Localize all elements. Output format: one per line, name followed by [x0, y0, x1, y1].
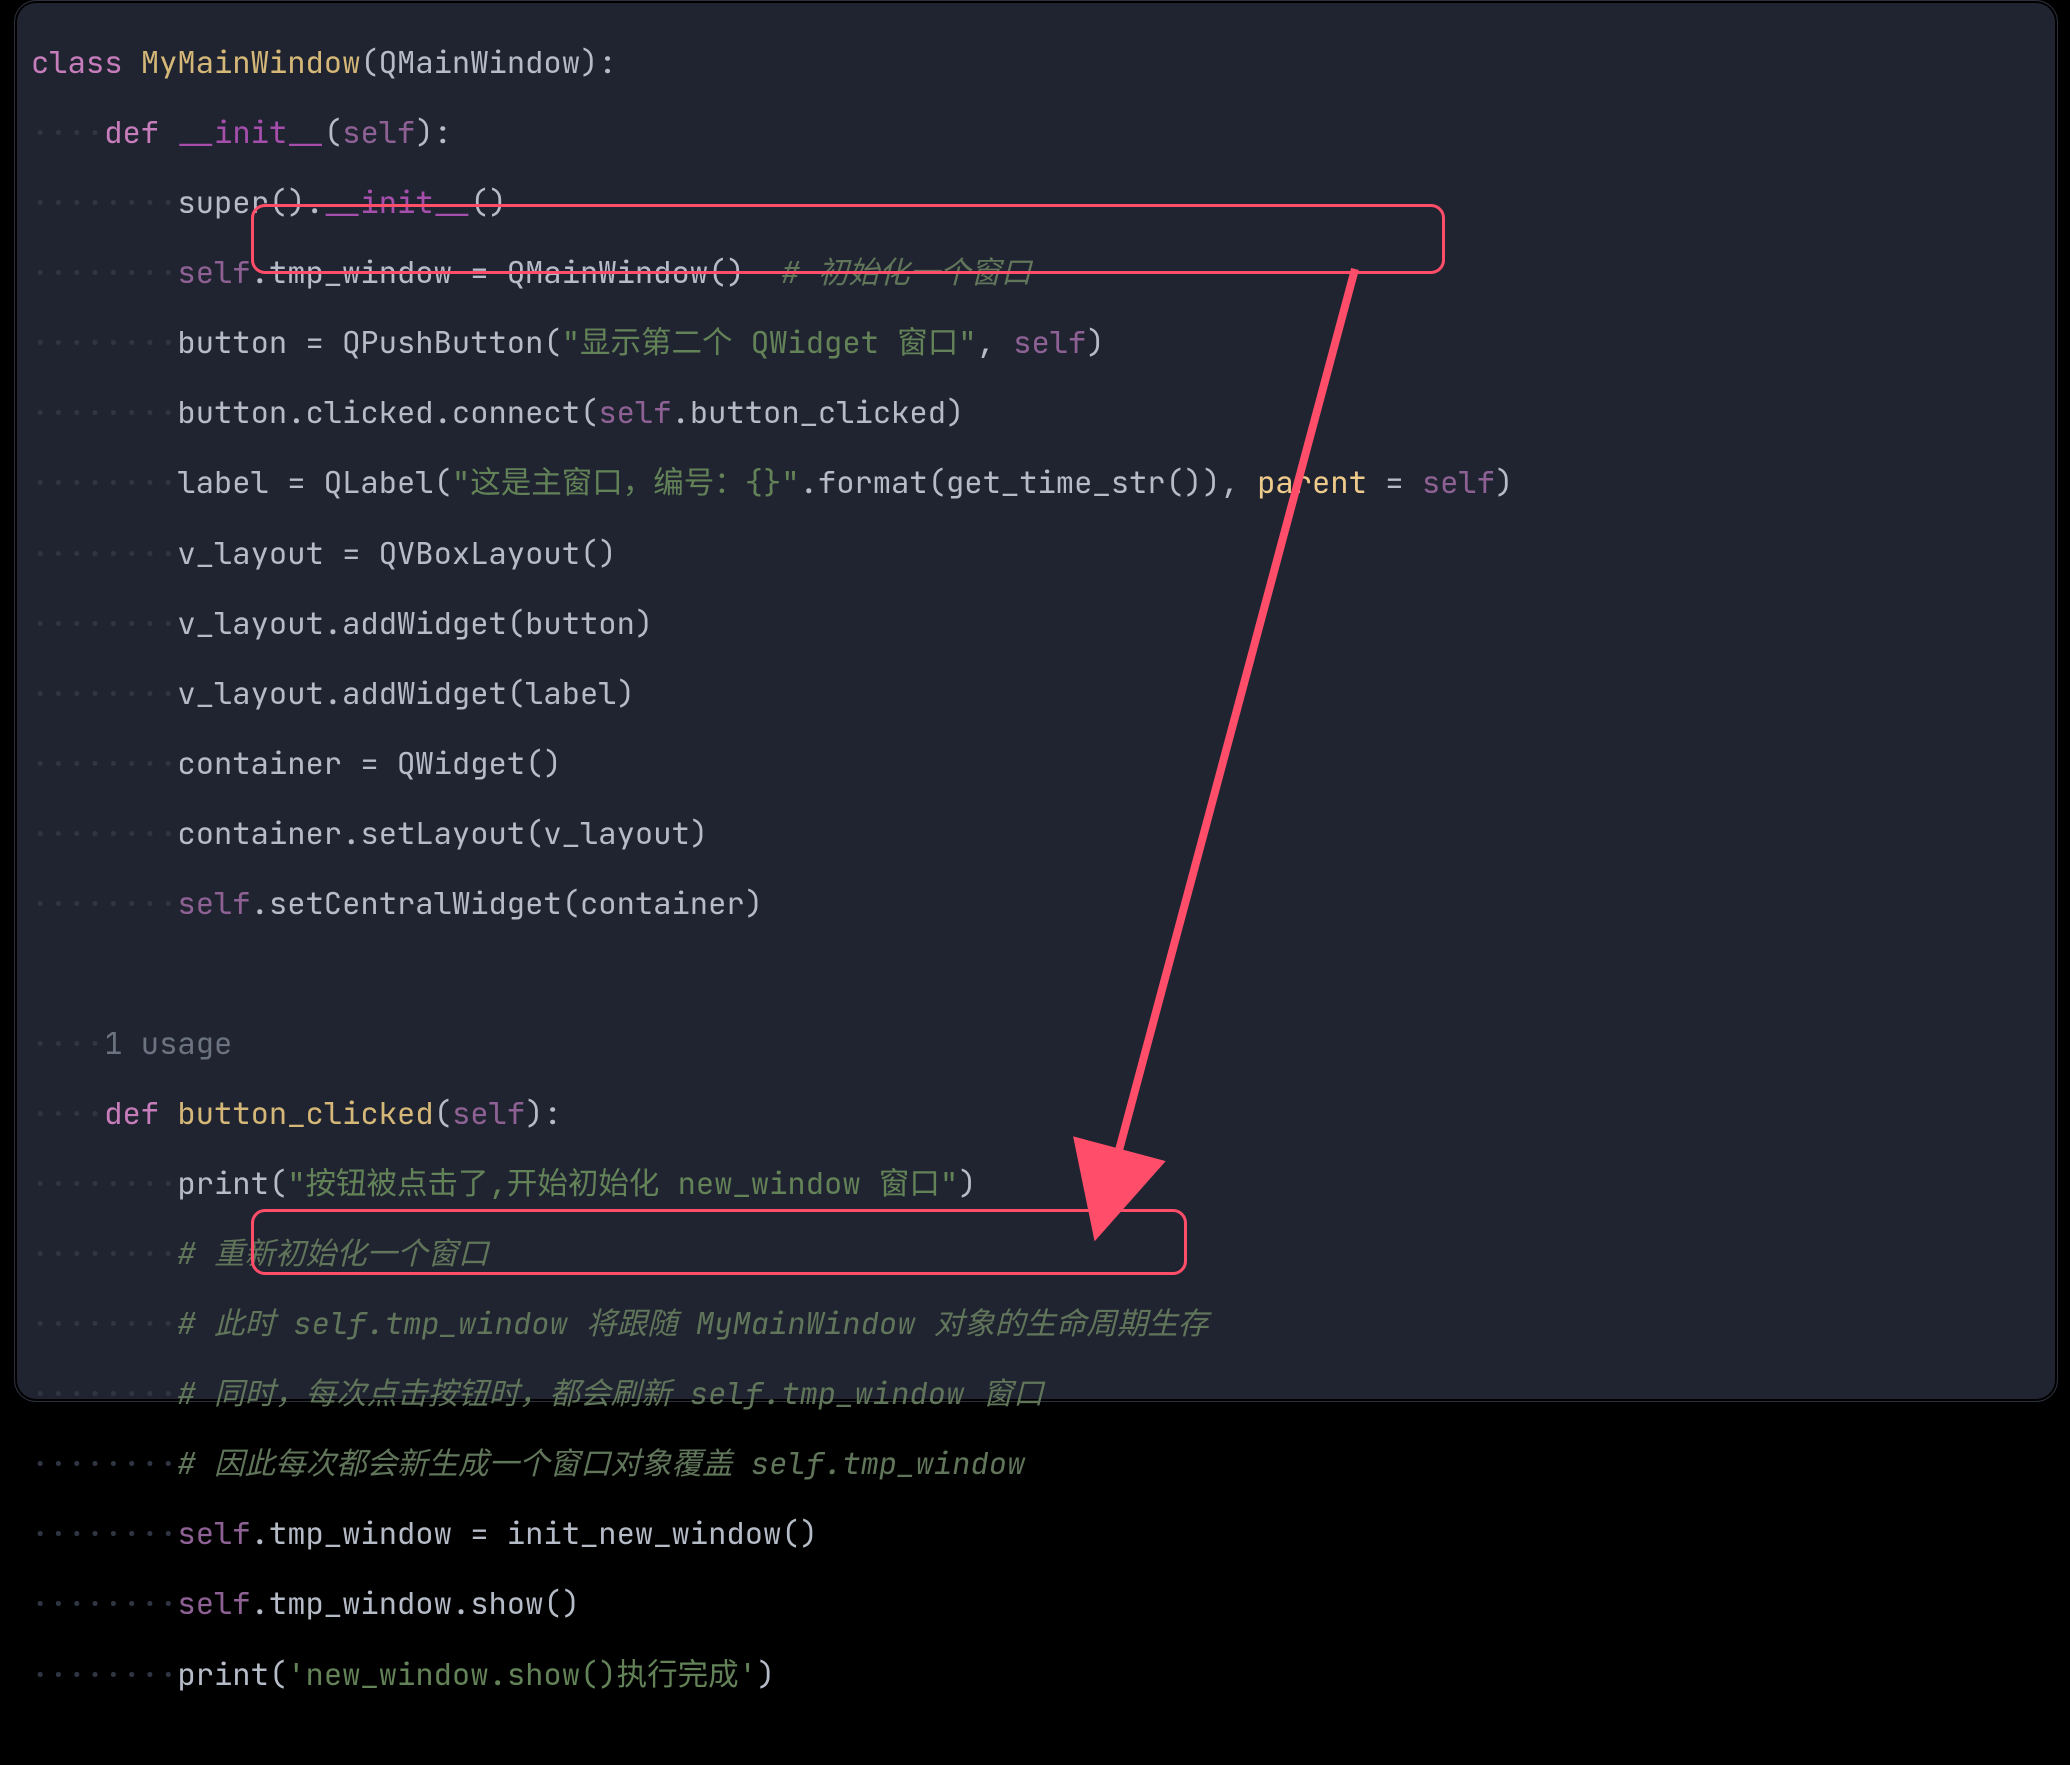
usage-label: 1 usage	[104, 1024, 232, 1064]
addwidget-button: v_layout.addWidget(button)	[177, 604, 653, 644]
method-button-clicked: button_clicked	[177, 1094, 433, 1134]
setcentralwidget-call: .setCentralWidget(container)	[251, 884, 763, 924]
str-print2: 'new_window.show()执行完成'	[287, 1655, 757, 1695]
assign-container: container = QWidget()	[177, 744, 561, 784]
code-line[interactable]: # 因此每次都会新生成一个窗口对象覆盖 self.tmp_window	[31, 1447, 1513, 1482]
code-line[interactable]: super().__init__()	[31, 186, 1513, 221]
kw-class: class	[31, 43, 123, 83]
comment-lifecycle: # 此时 self.tmp_window 将跟随 MyMainWindow 对象…	[177, 1304, 1208, 1344]
comment-cover: # 因此每次都会新生成一个窗口对象覆盖 self.tmp_window	[177, 1444, 1025, 1484]
code-line[interactable]: # 同时，每次点击按钮时，都会刷新 self.tmp_window 窗口	[31, 1377, 1513, 1412]
method-init: __init__	[177, 113, 323, 153]
code-line[interactable]: # 此时 self.tmp_window 将跟随 MyMainWindow 对象…	[31, 1307, 1513, 1342]
assign-tmp-window: .tmp_window =	[251, 253, 507, 293]
str-label: "这是主窗口，编号：{}"	[452, 463, 800, 503]
comment-refresh: # 同时，每次点击按钮时，都会刷新 self.tmp_window 窗口	[177, 1374, 1043, 1414]
super-init: __init__	[324, 183, 470, 223]
token-self: self	[177, 253, 250, 293]
assign-label: label = QLabel(	[177, 463, 452, 503]
code-line[interactable]	[31, 957, 1513, 992]
code-block[interactable]: class MyMainWindow(QMainWindow): def __i…	[31, 11, 1513, 1763]
class-name: MyMainWindow	[141, 43, 361, 83]
code-line[interactable]: class MyMainWindow(QMainWindow):	[31, 46, 1513, 81]
assign-button: button = QPushButton(	[177, 323, 561, 363]
code-line[interactable]: print('new_window.show()执行完成')	[31, 1658, 1513, 1693]
code-line[interactable]: v_layout = QVBoxLayout()	[31, 537, 1513, 572]
code-line[interactable]: label = QLabel("这是主窗口，编号：{}".format(get_…	[31, 466, 1513, 501]
code-line[interactable]: self.tmp_window.show()	[31, 1587, 1513, 1622]
code-line[interactable]: self.tmp_window = QMainWindow() # 初始化一个窗…	[31, 256, 1513, 291]
code-line[interactable]: self.setCentralWidget(container)	[31, 887, 1513, 922]
connect-call: button.clicked.connect(	[177, 393, 598, 433]
setlayout-call: container.setLayout(v_layout)	[177, 814, 708, 854]
assign-tmp-window-2: .tmp_window = init_new_window()	[251, 1514, 818, 1554]
str-print1: "按钮被点击了,开始初始化 new_window 窗口"	[287, 1164, 958, 1204]
kw-def: def	[104, 113, 159, 153]
str-button: "显示第二个 QWidget 窗口"	[562, 323, 977, 363]
assign-vlayout: v_layout = QVBoxLayout()	[177, 534, 616, 574]
kwarg-parent: parent	[1257, 463, 1367, 503]
code-line[interactable]: def __init__(self):	[31, 116, 1513, 151]
code-line[interactable]: v_layout.addWidget(label)	[31, 677, 1513, 712]
code-line[interactable]: button.clicked.connect(self.button_click…	[31, 396, 1513, 431]
self-param: self	[342, 113, 415, 153]
code-line[interactable]: container = QWidget()	[31, 747, 1513, 782]
code-line[interactable]: container.setLayout(v_layout)	[31, 817, 1513, 852]
code-line[interactable]: print("按钮被点击了,开始初始化 new_window 窗口")	[31, 1167, 1513, 1202]
editor-frame: class MyMainWindow(QMainWindow): def __i…	[14, 0, 2058, 1402]
addwidget-label: v_layout.addWidget(label)	[177, 674, 635, 714]
code-line[interactable]: self.tmp_window = init_new_window()	[31, 1517, 1513, 1552]
code-line[interactable]: v_layout.addWidget(button)	[31, 607, 1513, 642]
comment-reinit: # 重新初始化一个窗口	[177, 1234, 488, 1274]
code-line[interactable]: def button_clicked(self):	[31, 1097, 1513, 1132]
code-line[interactable]: # 重新初始化一个窗口	[31, 1237, 1513, 1272]
call-qmainwindow: QMainWindow()	[507, 253, 745, 293]
comment-init: # 初始化一个窗口	[781, 253, 1031, 293]
base-class: QMainWindow	[379, 43, 580, 83]
code-line[interactable]: button = QPushButton("显示第二个 QWidget 窗口",…	[31, 326, 1513, 361]
usage-hint[interactable]: 1 usage	[31, 1027, 1513, 1062]
call-show: .tmp_window.show()	[251, 1584, 580, 1624]
